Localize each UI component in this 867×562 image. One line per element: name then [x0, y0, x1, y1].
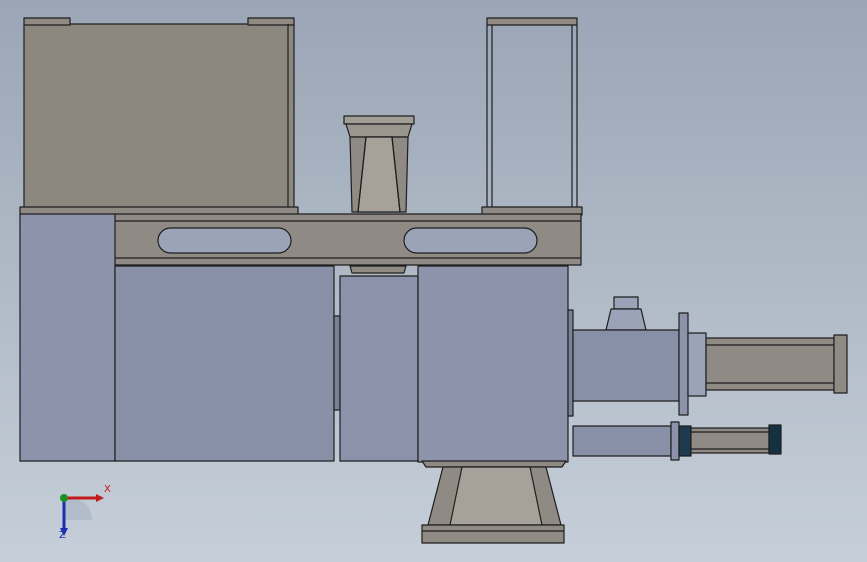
z-axis-label: Z	[59, 530, 66, 541]
x-axis-arrow-icon	[96, 494, 104, 502]
upper-cylinder[interactable]	[572, 296, 848, 416]
right-housing[interactable]	[417, 265, 574, 463]
y-axis-dot-icon	[60, 494, 68, 502]
lower-cylinder[interactable]	[572, 421, 782, 461]
middle-connector[interactable]	[333, 265, 419, 462]
left-hopper-box[interactable]	[19, 17, 299, 216]
right-frame[interactable]	[481, 17, 583, 216]
cad-viewport[interactable]: X Y Z	[0, 0, 867, 562]
axis-triad: X Y Z	[46, 484, 116, 544]
machine-assembly-model[interactable]	[0, 0, 867, 562]
x-axis-label: X	[104, 484, 111, 495]
discharge-cone[interactable]	[421, 460, 567, 544]
support-beam[interactable]	[112, 213, 582, 266]
top-funnel[interactable]	[343, 115, 415, 213]
